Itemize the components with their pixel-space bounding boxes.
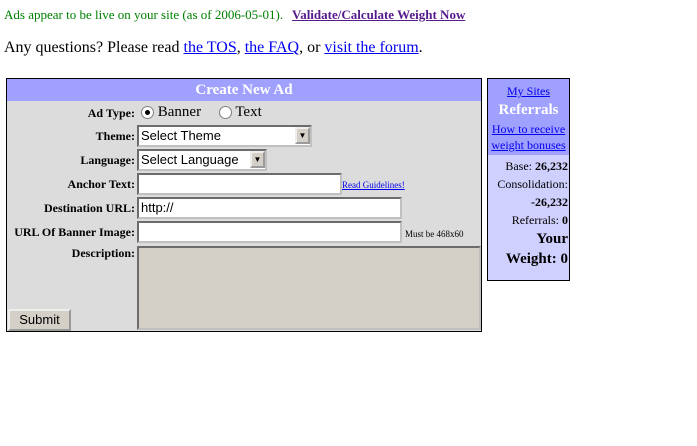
theme-label: Theme: — [95, 129, 135, 143]
live-status-text: Ads appear to be live on your site (as o… — [4, 7, 284, 22]
separator: , or — [299, 39, 325, 56]
base-row: Base: 26,232 — [488, 157, 568, 175]
banner-size-note: Must be 468x60 — [405, 229, 464, 239]
forum-link[interactable]: visit the forum — [324, 39, 418, 56]
banner-url-label: URL Of Banner Image: — [14, 225, 135, 239]
consolidation-value: -26,232 — [531, 195, 568, 209]
description-label: Description: — [71, 246, 135, 260]
weight-label: Weight: — [505, 251, 561, 267]
submit-button[interactable]: Submit — [8, 309, 71, 331]
referrals-label: Referrals: — [511, 213, 562, 227]
referrals-row: Referrals: 0 — [488, 211, 568, 229]
weight-bonuses-link[interactable]: How to receive weight bonuses — [488, 121, 569, 153]
ad-type-label: Ad Type: — [87, 106, 135, 120]
base-value: 26,232 — [535, 159, 568, 173]
destination-url-label: Destination URL: — [43, 201, 135, 215]
destination-url-input[interactable]: http:// — [137, 197, 402, 219]
anchor-text-label: Anchor Text: — [67, 177, 135, 191]
chevron-down-icon[interactable]: ▼ — [250, 151, 265, 168]
referrals-value: 0 — [562, 213, 568, 227]
faq-link[interactable]: the FAQ — [245, 39, 299, 56]
radio-banner-label: Banner — [157, 104, 202, 120]
description-textarea[interactable] — [137, 246, 481, 330]
banner-url-input[interactable] — [137, 221, 402, 243]
language-select[interactable]: Select Language ▼ — [137, 149, 267, 171]
ad-type-radios: Banner Text — [141, 104, 262, 121]
theme-value: Select Theme — [141, 128, 221, 143]
radio-text-label: Text — [235, 104, 262, 120]
validate-weight-link[interactable]: Validate/Calculate Weight Now — [292, 7, 465, 23]
form-title: Create New Ad — [7, 79, 481, 101]
language-value: Select Language — [141, 152, 239, 167]
your-weight-label: Your — [536, 231, 568, 247]
referrals-title: Referrals — [498, 102, 559, 118]
create-ad-form: Create New Ad Ad Type: Banner Text Theme… — [6, 78, 482, 332]
language-label: Language: — [80, 153, 135, 167]
questions-line: Any questions? Please read the TOS, the … — [4, 39, 423, 57]
separator: , — [236, 39, 245, 56]
period: . — [418, 39, 423, 56]
consolidation-label: Consolidation: — [497, 177, 568, 191]
my-sites-link[interactable]: My Sites — [488, 83, 569, 99]
weight-value: 0 — [560, 251, 569, 267]
referrals-sidebar: My Sites Referrals How to receive weight… — [487, 78, 570, 281]
radio-banner[interactable] — [141, 106, 154, 120]
theme-select[interactable]: Select Theme ▼ — [137, 125, 312, 147]
read-guidelines-link[interactable]: Read Guidelines! — [342, 180, 405, 190]
radio-text[interactable] — [218, 106, 232, 120]
chevron-down-icon[interactable]: ▼ — [295, 127, 310, 144]
questions-prefix: Any questions? Please read — [4, 39, 184, 56]
anchor-text-input[interactable] — [137, 173, 342, 195]
tos-link[interactable]: the TOS — [184, 39, 237, 56]
your-weight: Your Weight: 0 — [488, 229, 568, 269]
base-label: Base: — [505, 159, 535, 173]
